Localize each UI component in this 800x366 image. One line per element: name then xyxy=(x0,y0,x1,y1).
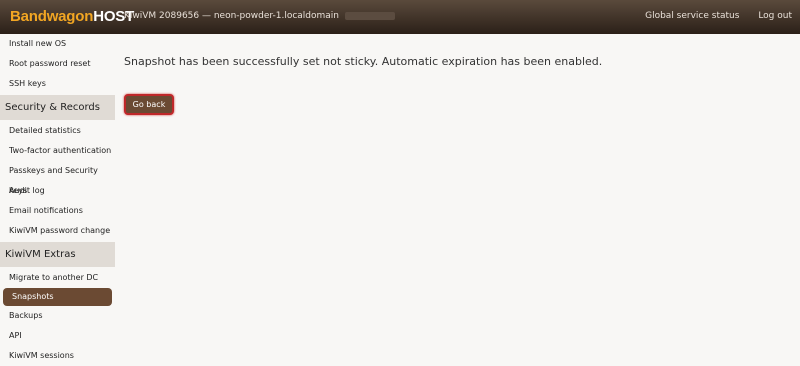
brand-logo[interactable]: BandwagonHOST xyxy=(10,8,134,25)
status-message: Snapshot has been successfully set not s… xyxy=(124,55,603,68)
sidebar-section-security: Security & Records xyxy=(0,95,115,120)
sidebar-item-two-factor-auth[interactable]: Two-factor authentication xyxy=(0,141,115,161)
sidebar-item-kiwivm-sessions[interactable]: KiwiVM sessions xyxy=(0,346,115,366)
sidebar-item-migrate[interactable]: Migrate to another DC xyxy=(0,268,115,288)
sidebar-item-backups[interactable]: Backups xyxy=(0,306,115,326)
sidebar-item-passkeys[interactable]: Passkeys and Security keys xyxy=(0,161,115,195)
global-service-status-link[interactable]: Global service status xyxy=(645,11,739,21)
vm-title-text: KiwiVM 2089656 — neon-powder-1.localdoma… xyxy=(124,11,340,21)
sidebar-item-kiwivm-password-change[interactable]: KiwiVM password change xyxy=(0,221,115,241)
top-links: Global service status Log out xyxy=(629,11,792,21)
vm-title: KiwiVM 2089656 — neon-powder-1.localdoma… xyxy=(124,11,396,21)
redacted-ip xyxy=(345,11,396,20)
sidebar-item-email-notifications[interactable]: Email notifications xyxy=(0,201,115,221)
sidebar-item-api[interactable]: API xyxy=(0,326,115,346)
go-back-button[interactable]: Go back xyxy=(124,94,174,115)
sidebar-item-detailed-statistics[interactable]: Detailed statistics xyxy=(0,121,115,141)
sidebar-item-root-password-reset[interactable]: Root password reset xyxy=(0,54,115,74)
logout-link[interactable]: Log out xyxy=(758,11,792,21)
sidebar-section-extras: KiwiVM Extras xyxy=(0,242,115,267)
brand-logo-part1: Bandwagon xyxy=(10,8,94,25)
sidebar-item-ssh-keys[interactable]: SSH keys xyxy=(0,74,115,94)
sidebar-item-audit-log[interactable]: Audit log xyxy=(0,181,115,201)
top-bar: BandwagonHOST KiwiVM 2089656 — neon-powd… xyxy=(0,0,800,34)
sidebar-item-install-new-os[interactable]: Install new OS xyxy=(0,34,115,54)
sidebar-item-snapshots[interactable]: Snapshots xyxy=(3,288,112,306)
sidebar: Install new OS Root password reset SSH k… xyxy=(0,34,115,360)
